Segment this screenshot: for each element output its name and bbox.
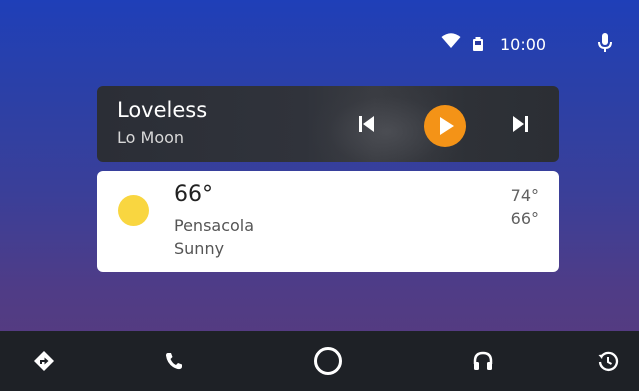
skip-next-icon[interactable]: [509, 112, 531, 140]
android-auto-screen: 10:00 Loveless Lo Moon 66° Pensacola Sun…: [0, 0, 639, 391]
headphones-icon: [473, 351, 493, 370]
weather-city: Pensacola: [174, 216, 255, 235]
skip-previous-icon[interactable]: [356, 112, 378, 140]
play-icon: [440, 117, 454, 135]
nav-home[interactable]: [298, 331, 358, 391]
clock: 10:00: [500, 35, 547, 54]
sun-icon: [118, 195, 149, 226]
track-title: Loveless: [117, 98, 208, 122]
nav-navigation[interactable]: [14, 331, 74, 391]
recents-icon: [598, 351, 619, 371]
nav-phone[interactable]: [144, 331, 204, 391]
nav-music[interactable]: [453, 331, 513, 391]
high-temperature: 74°: [510, 186, 539, 205]
weather-card[interactable]: 66° Pensacola Sunny 74° 66°: [97, 171, 559, 272]
nav-recents[interactable]: [578, 331, 638, 391]
navigation-icon: [34, 351, 54, 371]
bottom-nav-bar: [0, 331, 639, 391]
home-icon: [314, 347, 342, 375]
battery-icon: [472, 36, 484, 55]
mic-icon[interactable]: [597, 32, 613, 58]
status-bar: 10:00: [0, 0, 639, 54]
low-temperature: 66°: [510, 209, 539, 228]
phone-icon: [166, 353, 182, 370]
wifi-icon: [441, 33, 461, 53]
track-artist: Lo Moon: [117, 128, 185, 147]
play-button[interactable]: [424, 105, 466, 147]
media-card[interactable]: Loveless Lo Moon: [97, 86, 559, 162]
current-temperature: 66°: [174, 182, 213, 207]
weather-condition: Sunny: [174, 239, 225, 258]
